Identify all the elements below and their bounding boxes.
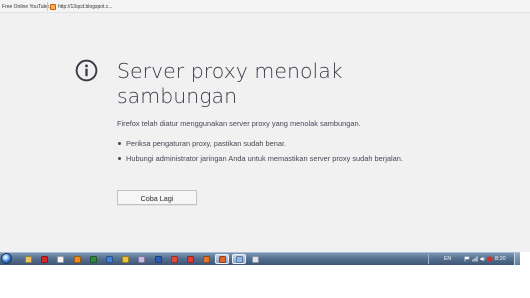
notepad-icon (251, 255, 259, 263)
taskbar-button[interactable] (53, 254, 67, 264)
acrobat-icon (40, 255, 48, 263)
firefox-icon (218, 255, 226, 263)
paint-icon (137, 255, 145, 263)
clock[interactable]: 8:20 (495, 255, 506, 263)
folder-icon (121, 255, 129, 263)
document-icon (56, 255, 64, 263)
error-description: Firefox telah diatur menggunakan server … (117, 119, 361, 128)
flashget-icon (186, 255, 194, 263)
taskbar-button[interactable] (199, 254, 213, 264)
bookmark-label: http://13qcd.blogspot.c... (58, 4, 113, 10)
word-icon (154, 255, 162, 263)
suggestion-list: Periksa pengaturan proxy, pastikan sudah… (117, 138, 417, 167)
volume-icon[interactable] (480, 256, 486, 262)
suggestion-item: Hubungi administrator jaringan Anda untu… (117, 153, 417, 165)
flag-icon[interactable] (464, 256, 470, 262)
media-icon (73, 255, 81, 263)
taskbar-button[interactable] (215, 254, 229, 264)
taskbar-button[interactable] (102, 254, 116, 264)
bookmark-label: Free Online YouTube... (2, 4, 54, 10)
screen: Free Online YouTube... http://13qcd.blog… (0, 0, 530, 298)
page-title: Server proxy menolak sambungan (117, 59, 343, 108)
bookmarks-toolbar: Free Online YouTube... http://13qcd.blog… (0, 0, 530, 13)
taskbar-button[interactable] (86, 254, 100, 264)
excel-icon (89, 255, 97, 263)
chrome-icon (170, 255, 178, 263)
app-icon (105, 255, 113, 263)
start-button[interactable] (1, 253, 12, 264)
blogger-icon (50, 3, 56, 10)
screen-edge (520, 252, 530, 265)
taskbar-button[interactable] (21, 254, 35, 264)
explorer-icon (24, 255, 32, 263)
info-icon (75, 59, 98, 82)
network-icon[interactable] (472, 256, 478, 262)
bookmark-blogspot[interactable]: http://13qcd.blogspot.c... (50, 3, 112, 11)
retry-button[interactable]: Coba Lagi (117, 190, 197, 205)
taskbar-button[interactable] (167, 254, 181, 264)
antivirus-icon[interactable] (487, 256, 493, 262)
taskbar-button[interactable] (70, 254, 84, 264)
explorer-window-icon (235, 255, 243, 263)
taskbar-button[interactable] (248, 254, 262, 264)
taskbar-button[interactable] (183, 254, 197, 264)
taskbar-button[interactable] (232, 254, 246, 264)
error-page: Server proxy menolak sambungan Firefox t… (0, 13, 530, 252)
powerpoint-icon (202, 255, 210, 263)
taskbar-button[interactable] (37, 254, 51, 264)
taskbar-button[interactable] (118, 254, 132, 264)
tray-divider (428, 254, 429, 264)
language-indicator[interactable]: EN (444, 255, 451, 263)
taskbar: EN 8:20 (0, 252, 520, 265)
suggestion-item: Periksa pengaturan proxy, pastikan sudah… (117, 138, 417, 150)
taskbar-button[interactable] (151, 254, 165, 264)
taskbar-button[interactable] (134, 254, 148, 264)
toolbar-divider (47, 2, 48, 11)
bookmark-youtube[interactable]: Free Online YouTube... (2, 3, 53, 11)
